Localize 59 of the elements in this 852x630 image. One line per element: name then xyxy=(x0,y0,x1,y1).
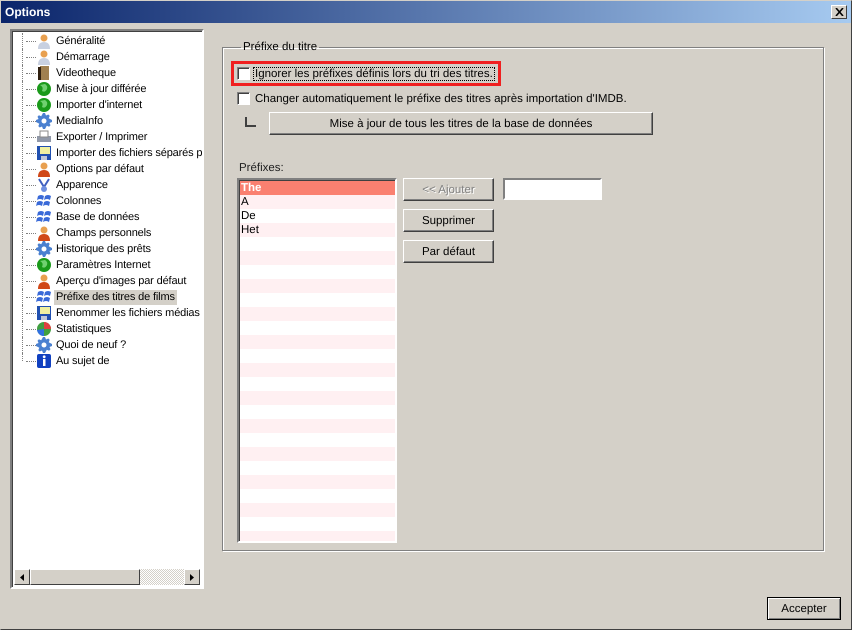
info-icon xyxy=(36,353,52,369)
scroll-right-button[interactable] xyxy=(184,569,200,585)
gear-icon xyxy=(36,113,52,129)
globe-icon xyxy=(36,97,52,113)
tree-item[interactable]: Videotheque xyxy=(54,66,118,80)
tree-item[interactable]: Mise à jour différée xyxy=(54,82,148,96)
scroll-thumb[interactable] xyxy=(30,569,140,585)
tree-item[interactable]: Statistiques xyxy=(54,322,114,336)
tree-item[interactable]: Colonnes xyxy=(54,194,104,208)
user-icon xyxy=(36,273,52,289)
checkbox-label[interactable]: Changer automatiquement le préfixe des titres après importation d'IMDB. xyxy=(254,92,628,104)
tree-item[interactable]: Quoi de neuf ? xyxy=(54,338,128,352)
scroll-left-button[interactable] xyxy=(14,569,30,585)
tree-item[interactable]: MediaInfo xyxy=(54,114,105,128)
default-button[interactable]: Par défaut xyxy=(403,240,494,263)
tree-item[interactable]: Importer d'internet xyxy=(54,98,144,112)
checkbox[interactable] xyxy=(237,67,250,80)
horizontal-scrollbar[interactable] xyxy=(14,569,200,585)
flag-icon xyxy=(36,193,52,209)
prefixes-label: Préfixes: xyxy=(239,162,285,174)
checkbox-label[interactable]: Ignorer les préfixes définis lors du tri des titres. xyxy=(254,68,494,80)
user-icon xyxy=(36,225,52,241)
tree-item[interactable]: Historique des prêts xyxy=(54,242,153,256)
tree-item[interactable]: Options par défaut xyxy=(54,162,146,176)
tree-item[interactable]: Base de données xyxy=(54,210,142,224)
tree-item[interactable]: Préfixe des titres de films xyxy=(54,290,177,304)
update-button[interactable]: Mise à jour de tous les titres de la base de données xyxy=(269,112,653,135)
tree-item[interactable]: Apparence xyxy=(54,178,110,192)
checkbox[interactable] xyxy=(237,92,250,105)
pie-chart-icon xyxy=(36,321,52,337)
user-icon xyxy=(36,161,52,177)
tree-item[interactable]: Paramètres Internet xyxy=(54,258,152,272)
tree-item[interactable]: Démarrage xyxy=(54,50,112,64)
tree-item[interactable]: Importer des fichiers séparés p xyxy=(54,146,204,160)
close-button[interactable] xyxy=(831,5,847,19)
book-icon xyxy=(36,65,52,81)
indent-connector xyxy=(245,117,257,127)
tree-item[interactable]: Exporter / Imprimer xyxy=(54,130,150,144)
globe-icon xyxy=(36,81,52,97)
accept-button[interactable]: Accepter xyxy=(767,597,841,620)
delete-button[interactable]: Supprimer xyxy=(403,209,494,232)
left-arrow-icon xyxy=(20,574,24,580)
tree-item[interactable]: Champs personnels xyxy=(54,226,154,240)
gear-icon xyxy=(36,241,52,257)
tree-item[interactable]: Généralité xyxy=(54,34,108,48)
close-icon xyxy=(834,8,844,16)
prefix-input[interactable] xyxy=(503,178,602,200)
tree-item[interactable]: Aperçu d'images par défaut xyxy=(54,274,188,288)
flag-icon xyxy=(36,289,52,305)
user-icon xyxy=(36,49,52,65)
user-icon xyxy=(36,33,52,49)
tree-item[interactable]: Au sujet de xyxy=(54,354,112,368)
gear-icon xyxy=(36,337,52,353)
right-arrow-icon xyxy=(190,574,194,580)
window-title: Options xyxy=(5,5,50,19)
globe-icon xyxy=(36,257,52,273)
flag-icon xyxy=(36,209,52,225)
tree-item[interactable]: Renommer les fichiers médias xyxy=(54,306,202,320)
group-title: Préfixe du titre xyxy=(242,41,318,53)
